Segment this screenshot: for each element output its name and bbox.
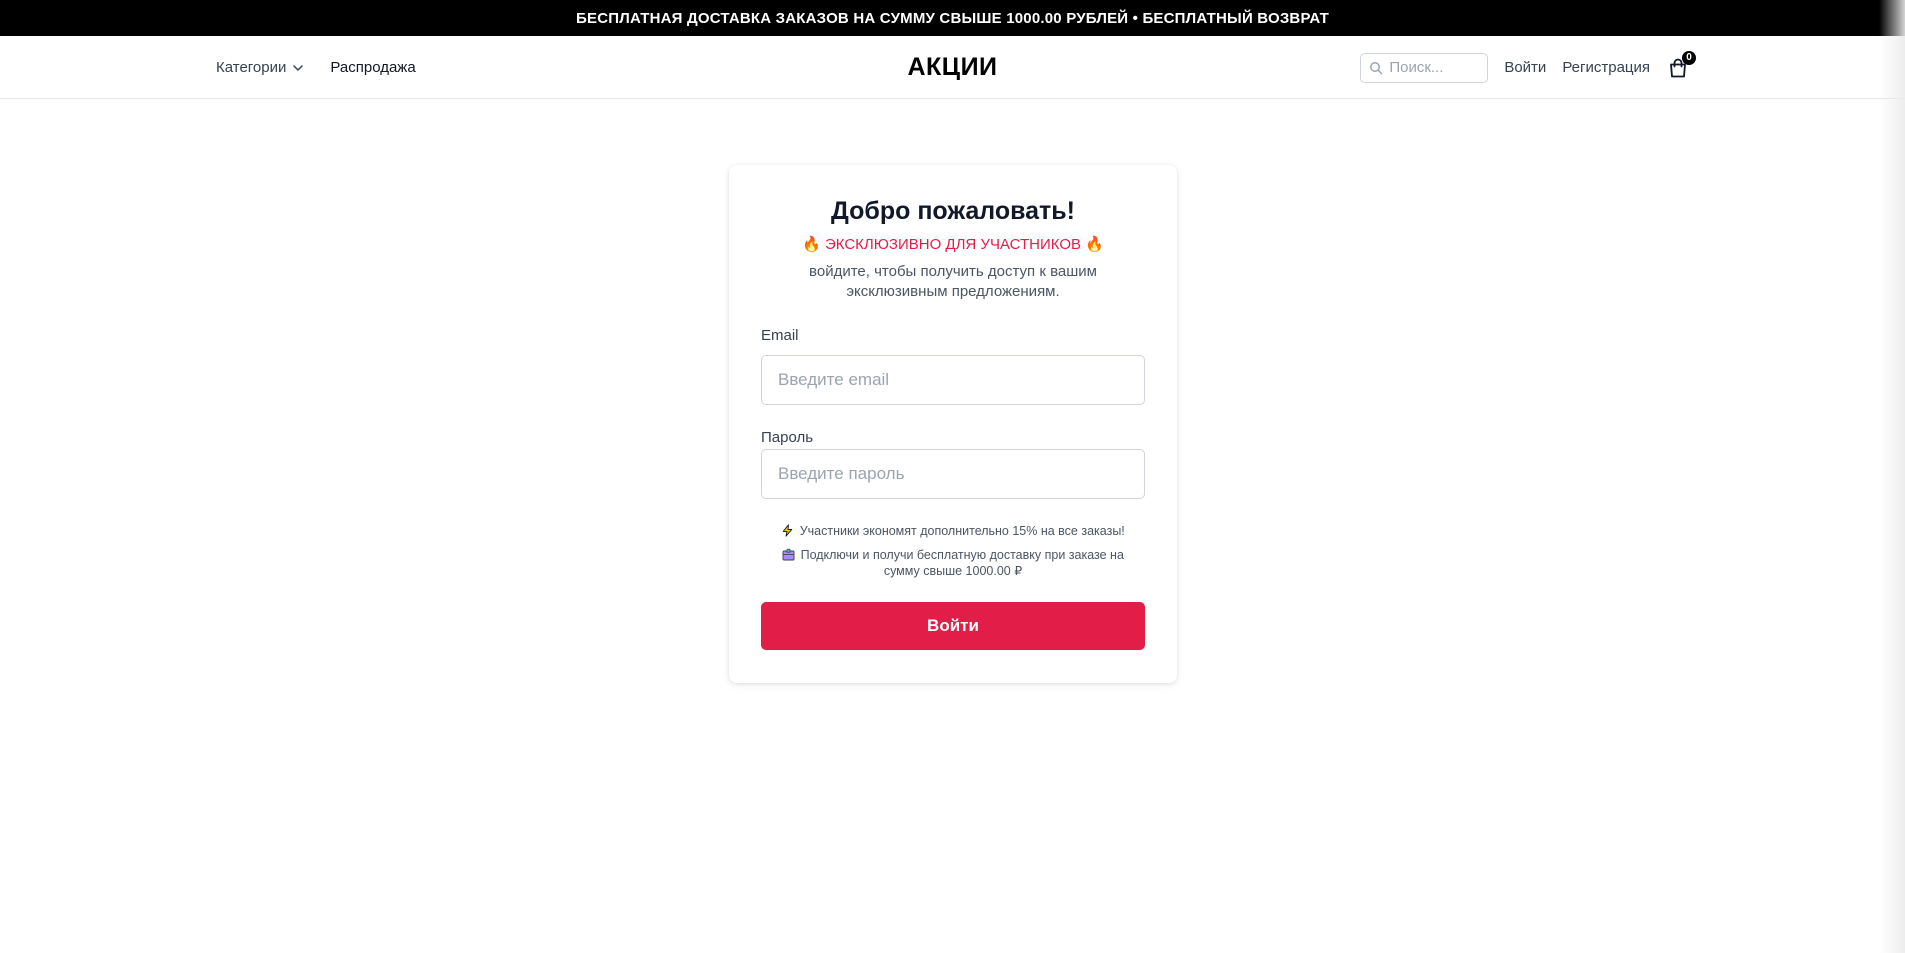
login-title: Добро пожаловать! [831, 197, 1075, 225]
perk-discount: Участники экономят дополнительно 15% на … [769, 523, 1137, 539]
nav-left: Категории Распродажа [216, 36, 416, 99]
login-link[interactable]: Войти [1504, 59, 1546, 76]
fire-icon: 🔥 [802, 236, 821, 253]
categories-dropdown[interactable]: Категории [216, 59, 304, 76]
email-label: Email [761, 327, 799, 344]
promo-text: БЕСПЛАТНАЯ ДОСТАВКА ЗАКАЗОВ НА СУММУ СВЫ… [576, 9, 1329, 27]
sale-link[interactable]: Распродажа [330, 59, 415, 76]
password-field[interactable] [761, 449, 1145, 499]
exclusive-text: ЭКСКЛЮЗИВНО ДЛЯ УЧАСТНИКОВ [825, 235, 1081, 253]
lightning-icon [782, 524, 793, 537]
sale-label: Распродажа [330, 59, 416, 76]
promo-banner: БЕСПЛАТНАЯ ДОСТАВКА ЗАКАЗОВ НА СУММУ СВЫ… [0, 0, 1905, 36]
cart-button[interactable]: 0 [1666, 50, 1696, 81]
perk-discount-text: Участники экономят дополнительно 15% на … [799, 524, 1125, 538]
brand-logo[interactable]: АКЦИИ [907, 36, 997, 99]
login-link-label: Войти [1504, 59, 1547, 76]
cart-count-badge: 0 [1682, 50, 1696, 65]
login-subtitle: войдите, чтобы получить доступ к вашим э… [809, 263, 1097, 300]
fire-icon: 🔥 [1085, 236, 1104, 253]
categories-label: Категории [216, 59, 287, 76]
email-field[interactable] [761, 355, 1145, 405]
login-card: Добро пожаловать! 🔥 ЭКСКЛЮЗИВНО ДЛЯ УЧАС… [729, 165, 1177, 683]
search-input[interactable] [1389, 59, 1480, 76]
chevron-down-icon [293, 64, 304, 71]
register-link-label: Регистрация [1562, 59, 1650, 76]
perk-shipping: Подключи и получи бесплатную доставку пр… [769, 547, 1137, 579]
top-navbar: Категории Распродажа АКЦИИ Войти Регистр… [0, 36, 1905, 99]
login-submit-button[interactable]: Войти [761, 602, 1145, 650]
search-box[interactable] [1360, 52, 1489, 83]
package-icon [782, 548, 795, 561]
perk-shipping-text: Подключи и получи бесплатную доставку пр… [800, 548, 1124, 578]
register-link[interactable]: Регистрация [1562, 59, 1650, 76]
search-icon [1370, 61, 1383, 74]
nav-right: Войти Регистрация 0 [1360, 36, 1696, 99]
exclusive-banner: 🔥 ЭКСКЛЮЗИВНО ДЛЯ УЧАСТНИКОВ 🔥 [729, 235, 1177, 254]
password-label: Пароль [761, 429, 814, 446]
page-edge-shade [1879, 0, 1905, 953]
